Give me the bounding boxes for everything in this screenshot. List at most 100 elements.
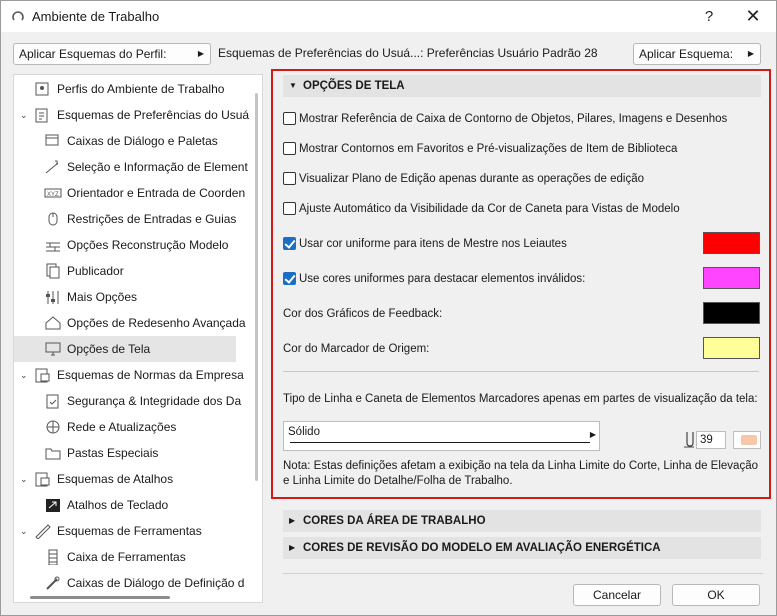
tree-item[interactable]: ⌄ Esquemas de Preferências do Usuá <box>14 102 249 128</box>
apply-profile-label: Aplicar Esquemas do Perfil: <box>19 47 167 61</box>
chevron-down-icon[interactable]: ⌄ <box>20 518 32 544</box>
vertical-scrollbar[interactable] <box>255 93 258 481</box>
company-standards-icon <box>35 368 50 383</box>
tree-item[interactable]: Segurança & Integridade dos Da <box>14 388 241 414</box>
shortcut-icon <box>46 499 60 512</box>
checkbox-label: Visualizar Plano de Edição apenas durant… <box>299 173 645 185</box>
line-type-label: Sólido <box>288 426 320 438</box>
help-button[interactable]: ? <box>697 5 721 29</box>
chevron-down-icon: ▼ <box>289 81 297 90</box>
globe-icon <box>46 420 60 434</box>
cancel-button[interactable]: Cancelar <box>573 584 661 606</box>
tree-item[interactable]: ⌄ Esquemas de Normas da Empresa <box>14 362 244 388</box>
option-label: Cor dos Gráficos de Feedback: <box>283 308 443 320</box>
checkbox-label: Mostrar Contornos em Favoritos e Pré-vis… <box>299 143 678 155</box>
divider <box>283 371 759 372</box>
checkbox-2[interactable] <box>283 172 296 185</box>
ok-button[interactable]: OK <box>672 584 760 606</box>
tree-item[interactable]: Caixas de Diálogo de Definição d <box>14 570 244 596</box>
line-type-description: Tipo de Linha e Caneta de Elementos Marc… <box>283 393 758 405</box>
close-button[interactable]: ✕ <box>741 5 765 29</box>
pen-color-preview <box>741 435 757 445</box>
chevron-down-icon[interactable]: ⌄ <box>20 102 32 128</box>
tree-item[interactable]: XYZ Orientador e Entrada de Coorden <box>14 180 245 206</box>
apply-scheme-dropdown[interactable]: Aplicar Esquema: ▶ <box>633 43 761 65</box>
tree-item[interactable]: Mais Opções <box>14 284 236 310</box>
checkbox-label: Mostrar Referência de Caixa de Contorno … <box>299 113 728 125</box>
chevron-right-icon: ▶ <box>289 543 296 552</box>
tree-item[interactable]: ⌄ Esquemas de Atalhos <box>14 466 236 492</box>
color-swatch-master[interactable] <box>703 232 760 254</box>
section-header-energy-colors[interactable]: ▶ CORES DE REVISÃO DO MODELO EM AVALIAÇÃ… <box>283 537 761 559</box>
color-swatch-invalid[interactable] <box>703 267 760 289</box>
horizontal-scrollbar[interactable] <box>30 596 170 599</box>
tool-settings-icon <box>46 576 60 590</box>
color-swatch-origin[interactable] <box>703 337 760 359</box>
pen-number-field[interactable]: 39 <box>696 431 726 449</box>
settings-content: ▼ OPÇÕES DE TELA Mostrar Referência de C… <box>271 69 771 609</box>
tree-item[interactable]: Caixas de Diálogo e Paletas <box>14 128 236 154</box>
chevron-down-icon[interactable]: ⌄ <box>20 466 32 492</box>
chevron-right-icon: ▶ <box>289 516 296 525</box>
tree-item[interactable]: Restrições de Entradas e Guias <box>14 206 236 232</box>
shortcut-schemes-icon <box>35 472 50 487</box>
tree-item-label: Opções de Tela <box>67 342 151 356</box>
checkbox-1[interactable] <box>283 142 296 155</box>
checkbox-master-color[interactable] <box>283 237 296 250</box>
tree-item-label: Atalhos de Teclado <box>67 498 169 512</box>
tree-item[interactable]: Caixa de Ferramentas <box>14 544 236 570</box>
current-scheme-path: Esquemas de Preferências do Usuá...: Pre… <box>218 46 598 60</box>
pen-color-swatch[interactable] <box>733 431 761 449</box>
apply-scheme-label: Aplicar Esquema: <box>639 47 734 61</box>
tree-item[interactable]: ⌄ Esquemas de Ferramentas <box>14 518 236 544</box>
dialog-palette-icon <box>45 134 59 146</box>
mouse-icon <box>48 212 58 226</box>
chevron-down-icon[interactable]: ⌄ <box>20 362 32 388</box>
checkbox-invalid-color[interactable] <box>283 272 296 285</box>
section-header-screen-options[interactable]: ▼ OPÇÕES DE TELA <box>283 75 761 97</box>
tree-item-label: Esquemas de Normas da Empresa <box>57 368 244 382</box>
checkbox-3[interactable] <box>283 202 296 215</box>
footer-divider <box>283 573 763 574</box>
app-icon <box>12 11 24 21</box>
tree-item[interactable]: Seleção e Informação de Element <box>14 154 248 180</box>
svg-text:XYZ: XYZ <box>47 192 59 198</box>
dialog-window: Ambiente de Trabalho ? ✕ Aplicar Esquema… <box>0 0 777 616</box>
tree-item-label: Opções de Redesenho Avançada <box>67 316 246 330</box>
tree-item-label: Esquemas de Ferramentas <box>57 524 202 538</box>
tree-item-label: Restrições de Entradas e Guias <box>67 212 237 226</box>
tree-item-label: Caixas de Diálogo e Paletas <box>67 134 218 148</box>
tree-item-label: Opções Reconstrução Modelo <box>67 238 229 252</box>
tree-item[interactable]: Opções Reconstrução Modelo <box>14 232 236 258</box>
apply-profile-dropdown[interactable]: Aplicar Esquemas do Perfil: ▶ <box>13 43 211 65</box>
line-type-selector[interactable]: Sólido ▶ <box>283 421 600 451</box>
tree-item-label: Perfis do Ambiente de Trabalho <box>57 82 225 96</box>
tool-schemes-icon <box>35 524 51 539</box>
tree-item-label: Caixas de Diálogo de Definição d <box>67 576 245 590</box>
security-icon <box>46 394 59 409</box>
tree-item[interactable]: Publicador <box>14 258 236 284</box>
color-swatch-feedback[interactable] <box>703 302 760 324</box>
tree-item[interactable]: Opções de Redesenho Avançada <box>14 310 246 336</box>
tree-item[interactable]: Pastas Especiais <box>14 440 236 466</box>
folders-icon <box>45 448 61 460</box>
tree-item[interactable]: Perfis do Ambiente de Trabalho <box>14 76 236 102</box>
toolbox-icon <box>48 549 58 565</box>
tree-item-label: Rede e Atualizações <box>67 420 177 434</box>
tree-item-label: Segurança & Integridade dos Da <box>67 394 242 408</box>
publisher-icon <box>46 263 60 279</box>
tree-item[interactable]: Rede e Atualizações <box>14 414 236 440</box>
settings-tree: Perfis do Ambiente de Trabalho ⌄ Esquemas … <box>13 74 263 603</box>
profile-icon <box>35 82 49 96</box>
monitor-icon <box>45 342 61 356</box>
title-bar: Ambiente de Trabalho ? ✕ <box>1 1 776 32</box>
tree-item-label: Esquemas de Preferências do Usuá <box>57 108 250 122</box>
option-label: Usar cor uniforme para itens de Mestre n… <box>299 238 567 250</box>
dropdown-arrow-icon: ▶ <box>197 49 204 58</box>
section-header-work-area-colors[interactable]: ▶ CORES DA ÁREA DE TRABALHO <box>283 510 761 532</box>
user-preferences-icon <box>35 108 48 123</box>
checkbox-0[interactable] <box>283 112 296 125</box>
tree-item[interactable]: Opções de Tela <box>14 336 236 362</box>
tree-item-label: Publicador <box>67 264 124 278</box>
tree-item[interactable]: Atalhos de Teclado <box>14 492 236 518</box>
